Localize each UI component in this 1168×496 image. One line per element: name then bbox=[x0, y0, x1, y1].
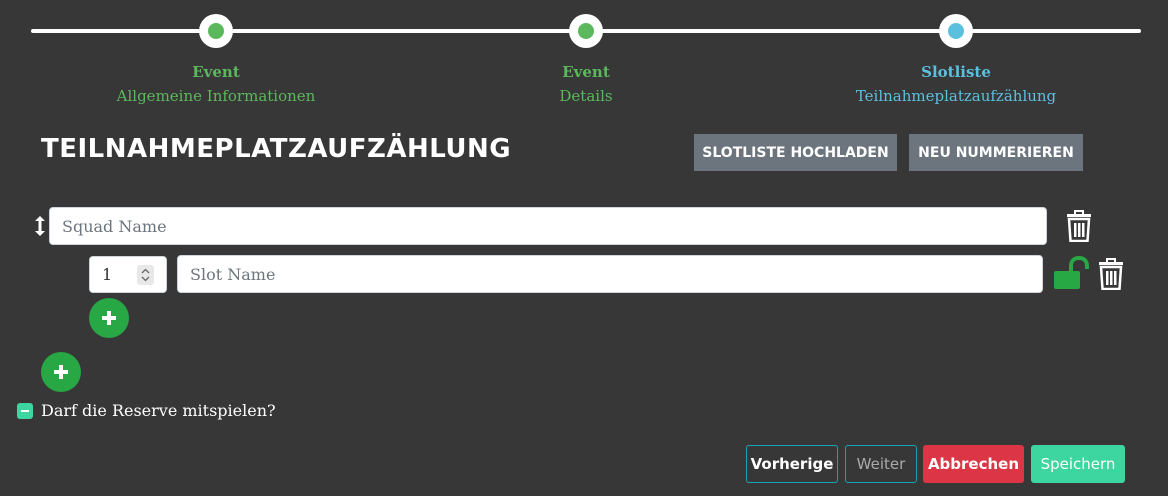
step-1-label: Event Allgemeine Informationen bbox=[86, 60, 346, 108]
add-squad-button[interactable] bbox=[41, 352, 81, 392]
slot-name-input[interactable] bbox=[177, 255, 1043, 293]
step-3-label: Slotliste Teilnahmeplatzaufzählung bbox=[826, 60, 1086, 108]
previous-button[interactable]: Vorherige bbox=[746, 445, 838, 483]
reserve-checkbox-label: Darf die Reserve mitspielen? bbox=[41, 401, 276, 420]
page-title: TEILNAHMEPLATZAUFZÄHLUNG bbox=[41, 134, 512, 164]
step-2-label: Event Details bbox=[456, 60, 716, 108]
step-3-indicator[interactable] bbox=[939, 14, 973, 48]
step-1-title: Event bbox=[192, 63, 240, 81]
add-slot-button[interactable] bbox=[89, 298, 129, 338]
drag-handle-icon[interactable] bbox=[32, 215, 48, 237]
upload-slotlist-button[interactable]: SLOTLISTE HOCHLADEN bbox=[694, 134, 897, 171]
squad-name-input[interactable] bbox=[49, 207, 1047, 245]
step-1-indicator[interactable] bbox=[199, 14, 233, 48]
step-3-title: Slotliste bbox=[921, 63, 991, 81]
delete-squad-trash-icon[interactable] bbox=[1064, 210, 1094, 242]
delete-slot-trash-icon[interactable] bbox=[1096, 258, 1126, 290]
step-1-dot bbox=[208, 23, 224, 39]
slot-number-value: 1 bbox=[102, 265, 113, 284]
step-2-dot bbox=[578, 23, 594, 39]
plus-icon bbox=[102, 311, 116, 325]
plus-icon bbox=[54, 365, 68, 379]
slot-number-input[interactable]: 1 bbox=[89, 256, 167, 293]
cancel-button[interactable]: Abbrechen bbox=[923, 445, 1024, 483]
reserve-checkbox[interactable] bbox=[17, 403, 33, 419]
renumber-button[interactable]: NEU NUMMERIEREN bbox=[909, 134, 1083, 171]
unlocked-lock-icon[interactable] bbox=[1053, 256, 1091, 290]
next-button[interactable]: Weiter bbox=[845, 445, 917, 483]
step-2-subtitle: Details bbox=[559, 87, 613, 105]
step-2-indicator[interactable] bbox=[569, 14, 603, 48]
step-3-dot bbox=[948, 23, 964, 39]
save-button[interactable]: Speichern bbox=[1031, 445, 1125, 483]
step-2-title: Event bbox=[562, 63, 610, 81]
spinner-arrows-icon bbox=[141, 268, 150, 282]
step-3-subtitle: Teilnahmeplatzaufzählung bbox=[855, 87, 1057, 105]
number-spinner[interactable] bbox=[137, 265, 154, 285]
step-1-subtitle: Allgemeine Informationen bbox=[116, 87, 316, 105]
